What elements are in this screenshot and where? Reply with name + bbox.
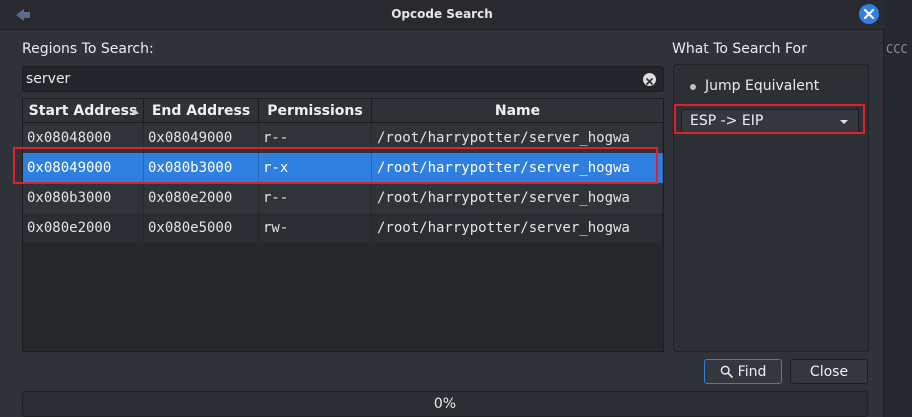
radio-label-jump-equivalent[interactable]: Jump Equivalent [705,78,819,94]
clear-icon [646,70,653,89]
cell-end-address: 0x08049000 [144,123,259,153]
cell-name: /root/harrypotter/server_hogwa [372,213,663,243]
table-row[interactable]: 0x080b3000 0x080e2000 r-- /root/harrypot… [23,183,663,213]
cell-start-address: 0x08049000 [23,153,144,183]
cell-name: /root/harrypotter/server_hogwa [372,183,663,213]
region-filter-field[interactable] [22,66,664,92]
clear-filter-button[interactable] [643,73,656,86]
cell-permissions: r-- [259,183,372,213]
regions-table[interactable]: Start Address End Address Permissions Na… [22,98,664,352]
find-button-label: Find [737,363,767,380]
cell-start-address: 0x08048000 [23,123,144,153]
table-row[interactable]: 0x08048000 0x08049000 r-- /root/harrypot… [23,123,663,153]
search-icon [720,365,733,378]
cell-permissions: r-- [259,123,372,153]
close-window-button[interactable] [859,4,879,24]
cell-name: /root/harrypotter/server_hogwa [372,153,663,183]
dropdown-selected-value: ESP -> EIP [690,113,764,129]
table-header: Start Address End Address Permissions Na… [23,99,663,123]
radio-button-jump-equivalent[interactable] [690,84,696,90]
cell-end-address: 0x080b3000 [144,153,259,183]
jump-type-dropdown[interactable]: ESP -> EIP [681,109,859,133]
chevron-down-icon [840,120,848,124]
cell-end-address: 0x080e2000 [144,183,259,213]
table-row[interactable]: 0x080e2000 0x080e5000 rw- /root/harrypot… [23,213,663,243]
search-for-heading: What To Search For [672,41,807,57]
cell-permissions: rw- [259,213,372,243]
cell-name: /root/harrypotter/server_hogwa [372,123,663,153]
table-row-selected[interactable]: 0x08049000 0x080b3000 r-x /root/harrypot… [23,153,663,183]
region-filter-input[interactable] [23,67,633,91]
cell-start-address: 0x080e2000 [23,213,144,243]
close-button[interactable]: Close [790,359,868,384]
regions-heading: Regions To Search: [22,41,154,57]
column-header-permissions[interactable]: Permissions [259,99,372,123]
window-title: Opcode Search [391,7,493,21]
background-window-text: CCC [886,42,908,56]
column-header-name[interactable]: Name [372,99,663,123]
progress-label: 0% [433,396,457,412]
cell-permissions: r-x [259,153,372,183]
find-button[interactable]: Find [704,359,782,384]
column-header-end-address[interactable]: End Address [144,99,259,123]
radio-label-text: ump Equivalent [709,78,820,94]
cell-end-address: 0x080e5000 [144,213,259,243]
search-progress-bar: 0% [22,391,868,417]
sort-ascending-icon [131,109,139,114]
search-options-panel: Jump Equivalent ESP -> EIP [673,64,869,352]
opcode-search-dialog: Opcode Search Regions To Search: What To… [0,0,884,417]
column-header-start-address[interactable]: Start Address [23,99,144,123]
title-bar[interactable]: Opcode Search [0,0,884,30]
cell-start-address: 0x080b3000 [23,183,144,213]
close-icon [863,5,875,24]
background-window-edge: CCC [882,0,912,417]
